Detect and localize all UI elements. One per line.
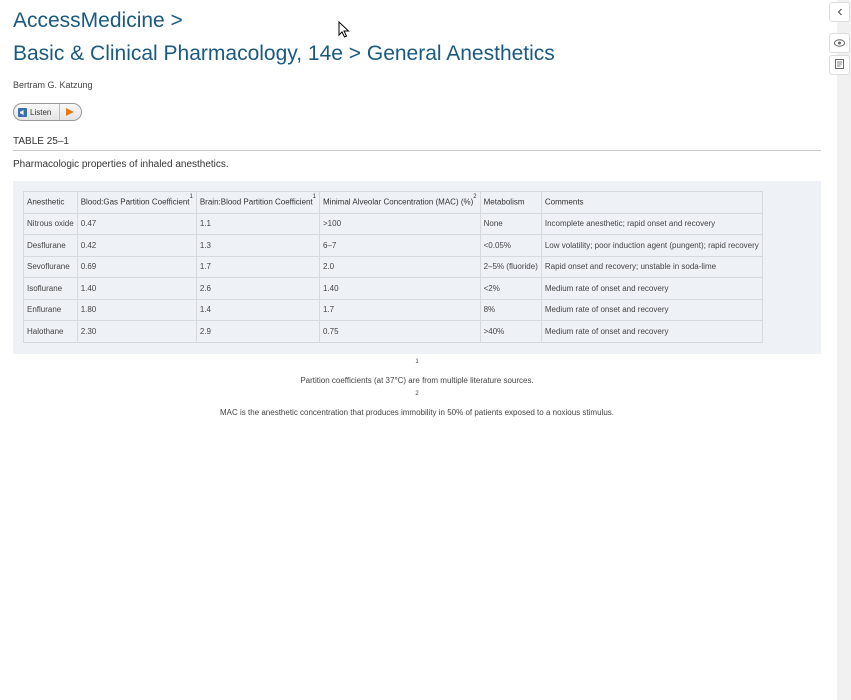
table-cell: 1.7 [319, 298, 481, 321]
table-cell: >100 [319, 212, 481, 235]
footnote-number: 2 [415, 390, 419, 397]
table-cell: Rapid onset and recovery; unstable in so… [540, 255, 763, 278]
notes-icon [835, 56, 844, 74]
table-cell: Isoflurane [23, 277, 78, 300]
table-caption: Pharmacologic properties of inhaled anes… [13, 159, 229, 170]
column-header: Blood:Gas Partition Coefficient1 [76, 191, 197, 214]
footnote-text: Partition coefficients (at 37°C) are fro… [300, 375, 534, 385]
play-icon[interactable] [66, 108, 75, 116]
table-cell: Low volatility; poor induction agent (pu… [540, 234, 763, 257]
table-row: Nitrous oxide 0.47 1.1 >100 None Incompl… [23, 212, 763, 235]
table-cell: <0.05% [479, 234, 542, 257]
breadcrumb-link[interactable]: AccessMedicine > [13, 8, 821, 33]
table-row: Enflurane 1.80 1.4 1.7 8% Medium rate of… [23, 298, 763, 321]
table-cell: Halothane [23, 320, 78, 343]
mouse-cursor-icon [338, 20, 350, 43]
table-cell: >40% [479, 320, 542, 343]
table-cell: 0.69 [76, 255, 197, 278]
table-cell: <2% [479, 277, 542, 300]
column-header: Anesthetic [23, 191, 78, 214]
table-header-row: Anesthetic Blood:Gas Partition Coefficie… [23, 191, 763, 214]
table-cell: 2.30 [76, 320, 197, 343]
view-toggle-button[interactable] [829, 33, 850, 53]
table-cell: 1.1 [195, 212, 321, 235]
table-cell: Nitrous oxide [23, 212, 78, 235]
table-cell: 1.4 [195, 298, 321, 321]
table-cell: Desflurane [23, 234, 78, 257]
listen-divider [59, 104, 61, 120]
table-cell: Medium rate of onset and recovery [540, 277, 763, 300]
table-footnotes: 1 Partition coefficients (at 37°C) are f… [13, 359, 821, 417]
collapse-panel-button[interactable] [829, 2, 850, 22]
table-cell: 2.9 [195, 320, 321, 343]
footnote-number: 1 [415, 358, 419, 365]
table-cell: 2.0 [319, 255, 481, 278]
table-cell: 8% [479, 298, 542, 321]
listen-label: Listen [30, 107, 52, 117]
right-rail [837, 0, 851, 700]
table-cell: 1.3 [195, 234, 321, 257]
chapter-title[interactable]: Basic & Clinical Pharmacology, 14e > Gen… [13, 41, 821, 66]
table-row: Sevoflurane 0.69 1.7 2.0 2–5% (fluoride)… [23, 255, 763, 278]
table-cell: Incomplete anesthetic; rapid onset and r… [540, 212, 763, 235]
table-cell: 1.40 [76, 277, 197, 300]
table-row: Desflurane 0.42 1.3 6–7 <0.05% Low volat… [23, 234, 763, 257]
table-cell: 0.47 [76, 212, 197, 235]
table-cell: 1.80 [76, 298, 197, 321]
table-cell: 1.7 [195, 255, 321, 278]
table-cell: 2–5% (fluoride) [479, 255, 542, 278]
page: AccessMedicine > Basic & Clinical Pharma… [0, 0, 851, 700]
footnote-text: MAC is the anesthetic concentration that… [220, 407, 614, 417]
table-cell: Enflurane [23, 298, 78, 321]
table-cell: 0.75 [319, 320, 481, 343]
notes-button[interactable] [829, 55, 850, 75]
article: AccessMedicine > Basic & Clinical Pharma… [13, 0, 821, 423]
table-container: Anesthetic Blood:Gas Partition Coefficie… [13, 181, 821, 354]
table-row: Halothane 2.30 2.9 0.75 >40% Medium rate… [23, 320, 763, 343]
table-cell: Medium rate of onset and recovery [540, 298, 763, 321]
eye-icon [834, 34, 845, 52]
column-header: Minimal Alveolar Concentration (MAC) (%)… [319, 191, 481, 214]
chevron-left-icon [836, 3, 844, 21]
table-row: Isoflurane 1.40 2.6 1.40 <2% Medium rate… [23, 277, 763, 300]
speaker-icon [18, 108, 27, 117]
table-cell: 2.6 [195, 277, 321, 300]
table-label: TABLE 25–1 [13, 136, 821, 151]
column-header: Comments [540, 191, 763, 214]
table-cell: 6–7 [319, 234, 481, 257]
listen-button[interactable]: Listen [13, 103, 83, 121]
table-cell: Medium rate of onset and recovery [540, 320, 763, 343]
column-header: Metabolism [479, 191, 542, 214]
column-header: Brain:Blood Partition Coefficient1 [195, 191, 321, 214]
anesthetics-table: Anesthetic Blood:Gas Partition Coefficie… [23, 191, 763, 343]
table-cell: 1.40 [319, 277, 481, 300]
table-cell: None [479, 212, 542, 235]
table-cell: Sevoflurane [23, 255, 78, 278]
author-name: Bertram G. Katzung [13, 80, 93, 90]
table-cell: 0.42 [76, 234, 197, 257]
